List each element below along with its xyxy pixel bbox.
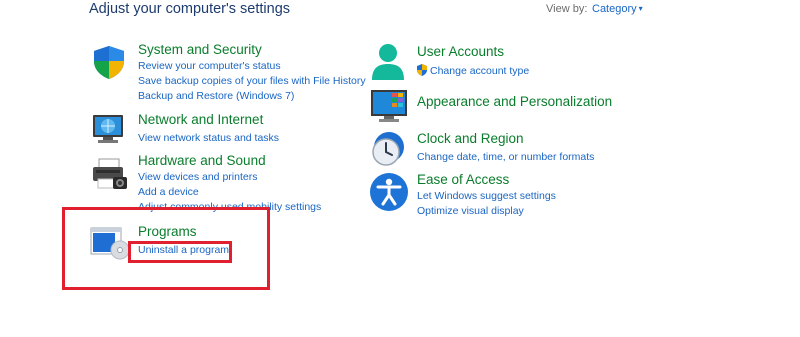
category-user-accounts[interactable]: User Accounts [417, 44, 504, 59]
page-title: Adjust your computer's settings [89, 1, 291, 17]
link-windows-suggest-settings[interactable]: Let Windows suggest settings [417, 190, 556, 202]
category-network-and-internet[interactable]: Network and Internet [138, 112, 263, 127]
accessibility-icon [370, 173, 408, 211]
link-optimize-visual-display[interactable]: Optimize visual display [417, 205, 524, 217]
chevron-down-icon: ▾ [638, 4, 643, 13]
category-system-and-security[interactable]: System and Security [138, 42, 262, 57]
link-review-status[interactable]: Review your computer's status [138, 60, 281, 72]
view-by-value: Category [592, 3, 637, 15]
link-file-history[interactable]: Save backup copies of your files with Fi… [138, 75, 366, 87]
link-network-status[interactable]: View network status and tasks [138, 132, 279, 144]
link-add-device[interactable]: Add a device [138, 186, 199, 198]
clock-icon [372, 132, 404, 166]
category-ease-of-access[interactable]: Ease of Access [417, 172, 509, 187]
view-by-label: View by: [546, 3, 588, 15]
highlight-box-uninstall [128, 241, 232, 263]
category-hardware-and-sound[interactable]: Hardware and Sound [138, 153, 266, 168]
link-backup-restore[interactable]: Backup and Restore (Windows 7) [138, 90, 294, 102]
view-by-dropdown[interactable]: Category ▾ [592, 3, 643, 15]
link-devices-printers[interactable]: View devices and printers [138, 171, 257, 183]
category-clock-and-region[interactable]: Clock and Region [417, 131, 524, 146]
link-date-time-formats[interactable]: Change date, time, or number formats [417, 151, 594, 163]
monitor-icon [371, 90, 407, 122]
shield-icon [94, 46, 124, 79]
user-icon [372, 44, 404, 80]
category-appearance-and-personalization[interactable]: Appearance and Personalization [417, 94, 612, 109]
printer-icon [93, 158, 127, 189]
uac-shield-icon [417, 64, 427, 76]
link-change-account-type[interactable]: Change account type [430, 65, 529, 77]
network-icon [93, 115, 123, 143]
